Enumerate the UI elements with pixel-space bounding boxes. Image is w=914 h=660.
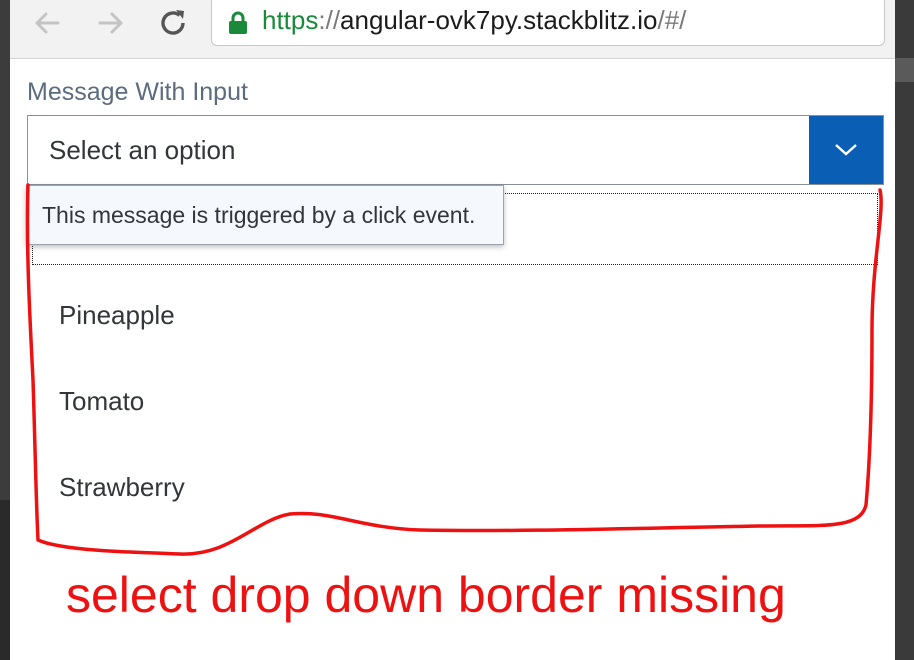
annotation-text: select drop down border missing [66, 567, 786, 623]
annotation-outline [25, 183, 883, 556]
